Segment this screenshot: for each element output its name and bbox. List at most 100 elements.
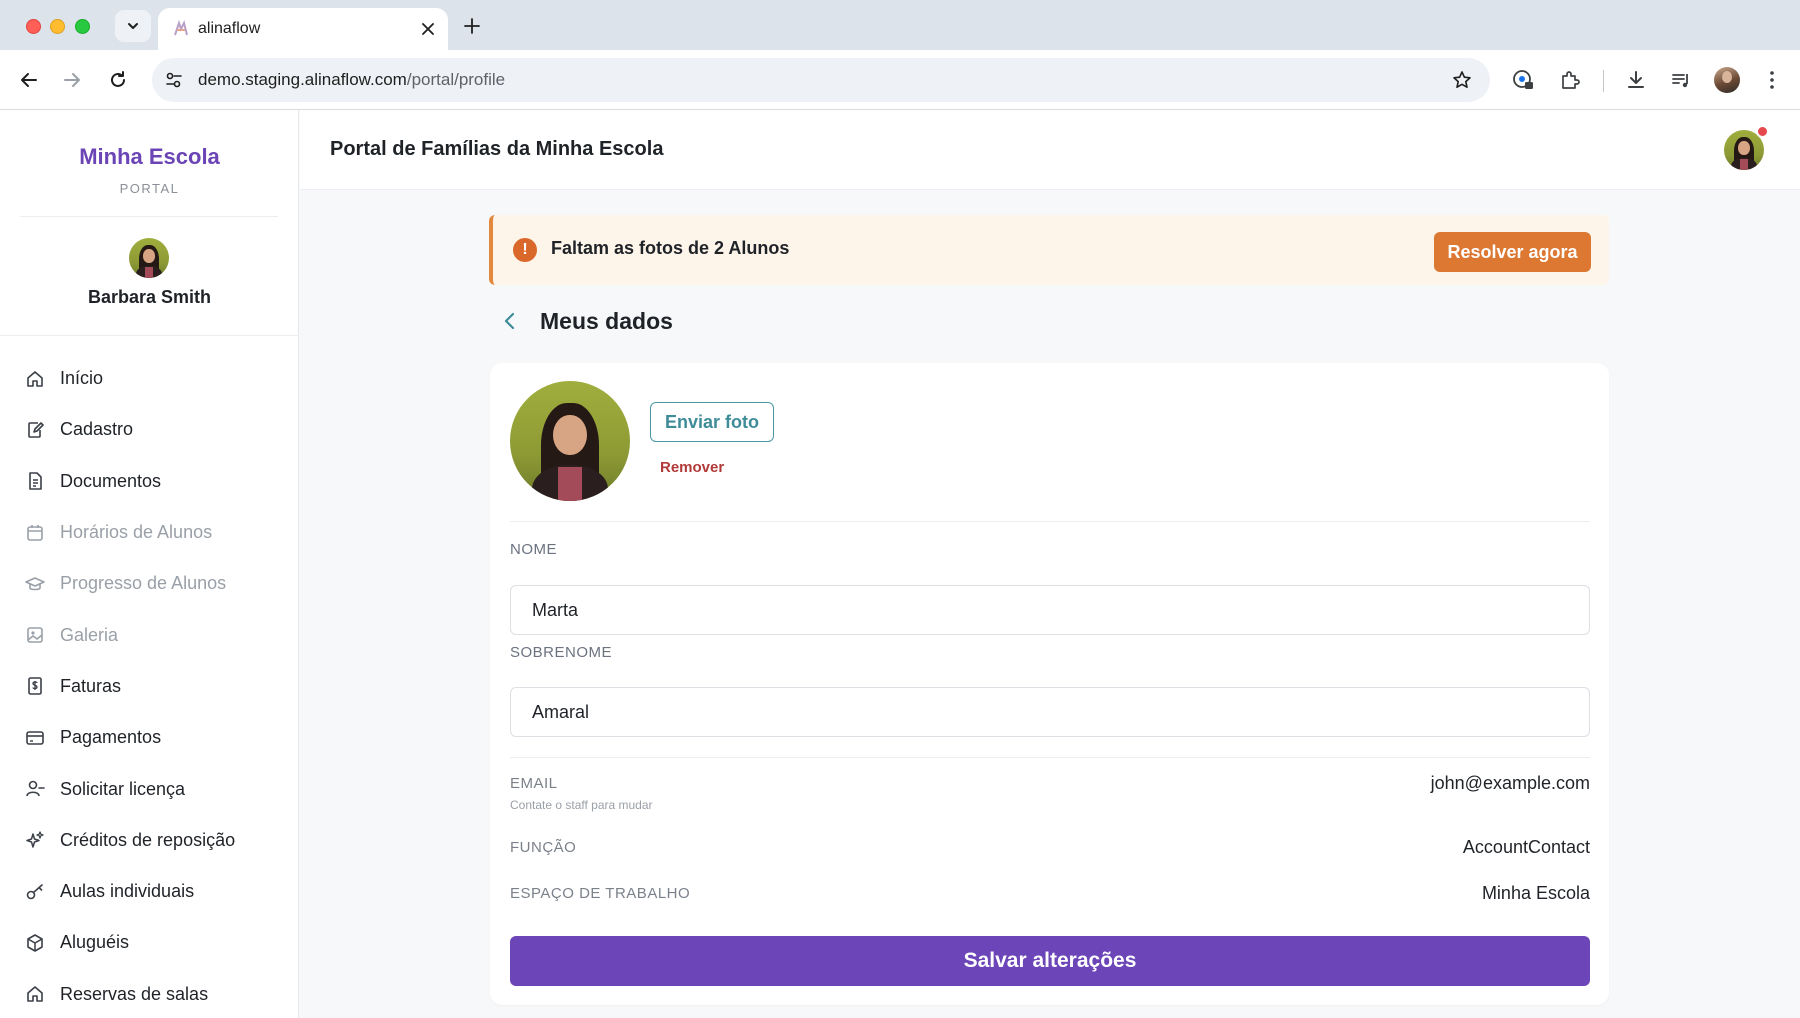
sidebar-item-label: Cadastro bbox=[60, 419, 134, 440]
role-value: AccountContact bbox=[1462, 837, 1590, 857]
bookmark-star-icon[interactable] bbox=[1450, 68, 1474, 92]
divider bbox=[510, 521, 1590, 522]
sidebar-item-inicio[interactable]: Início bbox=[0, 353, 299, 404]
user-minus-icon bbox=[24, 778, 46, 800]
graduation-cap-icon bbox=[24, 573, 46, 595]
tab-search-button[interactable] bbox=[115, 10, 151, 42]
app-header: Portal de Famílias da Minha Escola bbox=[300, 110, 1800, 190]
sidebar-item-label: Solicitar licença bbox=[60, 778, 186, 799]
credit-card-icon bbox=[24, 727, 46, 749]
email-label: EMAIL bbox=[510, 775, 558, 792]
key-icon bbox=[24, 881, 46, 903]
sidebar-item-label: Galeria bbox=[60, 624, 119, 645]
forward-arrow-icon[interactable] bbox=[60, 68, 84, 92]
new-tab-plus-icon[interactable] bbox=[460, 14, 484, 38]
password-manager-icon[interactable] bbox=[1510, 67, 1536, 93]
sidebar-item-galeria[interactable]: Galeria bbox=[0, 609, 299, 660]
sidebar-item-label: Faturas bbox=[60, 675, 122, 696]
email-hint: Contate o staff para mudar bbox=[510, 798, 653, 812]
brand-name[interactable]: Minha Escola bbox=[0, 144, 299, 170]
site-settings-icon[interactable] bbox=[162, 68, 186, 92]
sidebar-item-alugueis[interactable]: Aluguéis bbox=[0, 917, 299, 968]
address-bar[interactable]: demo.staging.alinaflow.com/portal/profil… bbox=[152, 58, 1490, 102]
divider bbox=[510, 757, 1590, 758]
browser-profile-avatar[interactable] bbox=[1714, 67, 1740, 93]
sidebar-item-faturas[interactable]: Faturas bbox=[0, 661, 299, 712]
window-close-button[interactable] bbox=[26, 19, 41, 34]
calendar-icon bbox=[24, 522, 46, 544]
sidebar-item-label: Progresso de Alunos bbox=[60, 573, 227, 594]
sidebar: Minha Escola PORTAL Barbara Smith Início… bbox=[0, 110, 299, 1018]
last-name-label: SOBRENOME bbox=[510, 644, 613, 661]
sidebar-item-pagamentos[interactable]: Pagamentos bbox=[0, 712, 299, 763]
app-page: Minha Escola PORTAL Barbara Smith Início… bbox=[0, 110, 1800, 1018]
user-name: Barbara Smith bbox=[87, 287, 212, 307]
toolbar-separator bbox=[1603, 70, 1604, 92]
sidebar-item-horarios[interactable]: Horários de Alunos bbox=[0, 507, 299, 558]
edit-document-icon bbox=[24, 419, 46, 441]
alinaflow-favicon-icon bbox=[174, 20, 188, 36]
document-icon bbox=[24, 470, 46, 492]
window-maximize-button[interactable] bbox=[75, 19, 90, 34]
home-icon bbox=[24, 368, 46, 390]
avatar bbox=[129, 238, 169, 278]
chevron-left-icon[interactable] bbox=[498, 309, 522, 333]
sidebar-item-progresso[interactable]: Progresso de Alunos bbox=[0, 558, 299, 609]
sidebar-item-label: Início bbox=[60, 368, 104, 389]
sidebar-item-creditos[interactable]: Créditos de reposição bbox=[0, 815, 299, 866]
chevron-down-icon bbox=[128, 23, 138, 29]
section-title: Meus dados bbox=[540, 308, 673, 334]
image-icon bbox=[24, 624, 46, 646]
media-queue-icon[interactable] bbox=[1668, 67, 1694, 93]
sidebar-item-label: Reservas de salas bbox=[60, 983, 209, 1004]
browser-tab-bar: alinaflow bbox=[0, 0, 1800, 50]
sidebar-item-cadastro[interactable]: Cadastro bbox=[0, 404, 299, 455]
resolve-now-button[interactable]: Resolver agora bbox=[1434, 232, 1591, 272]
browser-tab[interactable]: alinaflow bbox=[158, 8, 448, 50]
browser-menu-icon[interactable] bbox=[1759, 67, 1785, 93]
divider bbox=[20, 216, 278, 217]
brand-subtitle: PORTAL bbox=[119, 181, 180, 196]
tab-close-icon[interactable] bbox=[418, 19, 438, 39]
sidebar-item-label: Horários de Alunos bbox=[60, 522, 213, 543]
page-title: Portal de Famílias da Minha Escola bbox=[330, 138, 664, 160]
remove-photo-button[interactable]: Remover bbox=[660, 459, 724, 476]
workspace-label: ESPAÇO DE TRABALHO bbox=[510, 885, 691, 902]
first-name-label: NOME bbox=[510, 541, 557, 558]
invoice-icon bbox=[24, 675, 46, 697]
email-value: john@example.com bbox=[1430, 773, 1590, 793]
url-path: /portal/profile bbox=[406, 70, 506, 89]
sidebar-item-label: Aluguéis bbox=[60, 932, 130, 953]
sparkles-icon bbox=[24, 829, 46, 851]
exclamation-icon: ! bbox=[513, 238, 537, 262]
missing-photos-alert: ! Faltam as fotos de 2 Alunos Resolver a… bbox=[489, 215, 1609, 285]
save-changes-button[interactable]: Salvar alterações bbox=[510, 936, 1590, 986]
notification-dot bbox=[1756, 125, 1769, 138]
sidebar-item-reservas[interactable]: Reservas de salas bbox=[0, 969, 299, 1018]
tab-title: alinaflow bbox=[198, 20, 261, 37]
first-name-field[interactable] bbox=[510, 585, 1590, 635]
url-host: demo.staging.alinaflow.com bbox=[198, 70, 407, 89]
sidebar-item-documentos[interactable]: Documentos bbox=[0, 456, 299, 507]
extensions-puzzle-icon[interactable] bbox=[1557, 67, 1583, 93]
alert-message: Faltam as fotos de 2 Alunos bbox=[551, 238, 790, 258]
sidebar-item-label: Documentos bbox=[60, 470, 162, 491]
profile-card: Enviar foto Remover NOME SOBRENOME EMAIL… bbox=[490, 363, 1609, 1005]
browser-toolbar: demo.staging.alinaflow.com/portal/profil… bbox=[0, 50, 1800, 110]
sidebar-item-label: Aulas individuais bbox=[60, 881, 195, 902]
reload-icon[interactable] bbox=[106, 68, 130, 92]
window-minimize-button[interactable] bbox=[50, 19, 65, 34]
last-name-field[interactable] bbox=[510, 687, 1590, 737]
download-icon[interactable] bbox=[1623, 67, 1649, 93]
sidebar-item-solicitar-licenca[interactable]: Solicitar licença bbox=[0, 763, 299, 814]
sidebar-nav: Início Cadastro Documentos Horários de A… bbox=[0, 353, 299, 1018]
sidebar-item-label: Pagamentos bbox=[60, 727, 162, 748]
sidebar-item-aulas-individuais[interactable]: Aulas individuais bbox=[0, 866, 299, 917]
home-icon bbox=[24, 983, 46, 1005]
profile-photo bbox=[510, 381, 630, 501]
upload-photo-button[interactable]: Enviar foto bbox=[650, 402, 774, 442]
package-icon bbox=[24, 932, 46, 954]
workspace-value: Minha Escola bbox=[1481, 883, 1590, 903]
url-text: demo.staging.alinaflow.com/portal/profil… bbox=[198, 70, 505, 90]
back-arrow-icon[interactable] bbox=[17, 68, 41, 92]
